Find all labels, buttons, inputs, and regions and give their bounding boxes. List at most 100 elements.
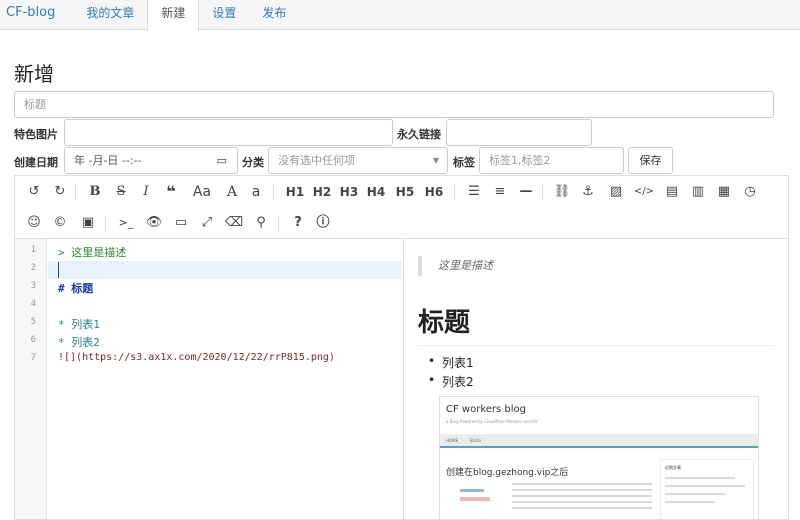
h3-icon[interactable]: H3 <box>337 181 361 203</box>
created-date-label: 创建日期 <box>14 156 58 169</box>
redo-icon[interactable]: ↻ <box>49 181 71 203</box>
title-input[interactable]: 标题 <box>14 91 774 118</box>
link-icon[interactable]: ⛓ <box>551 181 573 203</box>
page-title: 新增 <box>14 62 54 86</box>
code-line: * 列表1 <box>58 318 100 331</box>
line-number: 4 <box>30 299 36 309</box>
permalink-label: 永久链接 <box>397 128 441 141</box>
code-icon[interactable]: </> <box>633 181 655 203</box>
table-icon[interactable]: ▦ <box>713 181 735 203</box>
h1-icon[interactable]: H1 <box>283 181 307 203</box>
line-number: 1 <box>30 245 36 255</box>
case-icon[interactable]: Aa <box>189 181 215 203</box>
preview-heading: 标题 <box>418 302 774 346</box>
save-button[interactable]: 保存 <box>628 147 673 174</box>
preview-icon[interactable]: ▭ <box>170 212 192 234</box>
image-text-line <box>665 485 745 487</box>
nav-my-articles[interactable]: 我的文章 <box>73 0 147 30</box>
date-value: 年 -月-日 --:-- <box>74 154 142 167</box>
quote-icon[interactable]: ❝ <box>160 181 182 203</box>
nav-publish[interactable]: 发布 <box>249 0 299 30</box>
image-text-line <box>665 493 725 495</box>
bold-icon[interactable]: B <box>84 181 106 203</box>
image-text-line <box>665 477 735 479</box>
preformatted-icon[interactable]: ▥ <box>687 181 709 203</box>
undo-icon[interactable]: ↺ <box>23 181 45 203</box>
line-number: 5 <box>30 317 36 327</box>
markdown-editor: ↺ ↻ B S I ❝ Aa A a H1 H2 H3 H4 H5 H6 ☰ ≡… <box>14 175 789 520</box>
horizontal-rule-icon[interactable]: — <box>515 181 537 203</box>
line-number: 2 <box>30 263 36 273</box>
watch-icon[interactable]: 👁 <box>143 212 165 234</box>
preview-image: CF workers blog a Blog Powered by Cloudf… <box>439 396 759 519</box>
category-select[interactable]: 没有选中任何项 ▼ <box>268 147 448 174</box>
ordered-list-icon[interactable]: ≡ <box>489 181 511 203</box>
category-placeholder: 没有选中任何项 <box>278 154 355 167</box>
html-entities-icon[interactable]: © <box>49 212 71 234</box>
code-area[interactable]: > 这里是描述 # 标题 * 列表1 * 列表2 ![](https://s3.… <box>48 239 402 519</box>
code-line: * 列表2 <box>58 336 100 349</box>
toolbar-divider <box>75 184 76 200</box>
h5-icon[interactable]: H5 <box>393 181 417 203</box>
preview-quote: 这里是描述 <box>418 256 758 276</box>
h2-icon[interactable]: H2 <box>310 181 334 203</box>
tags-label: 标签 <box>453 156 475 169</box>
permalink-input[interactable] <box>446 119 592 146</box>
h4-icon[interactable]: H4 <box>364 181 388 203</box>
date-input[interactable]: 年 -月-日 --:-- ▭ <box>64 147 238 174</box>
tags-input[interactable]: 标签1,标签2 <box>479 147 624 174</box>
image-tab: BLOG <box>470 438 482 443</box>
image-text-line <box>512 483 652 485</box>
active-line-highlight <box>48 261 402 279</box>
unordered-list-icon[interactable]: ☰ <box>463 181 485 203</box>
image-graphic <box>460 497 490 501</box>
toolbar-divider <box>454 184 455 200</box>
line-number: 3 <box>30 281 36 291</box>
fullscreen-icon[interactable]: ⤢ <box>196 212 218 234</box>
emoji-icon[interactable]: ☺ <box>23 212 45 234</box>
nav-new[interactable]: 新建 <box>147 0 200 31</box>
top-nav: CF-blog 我的文章 新建 设置 发布 <box>0 0 800 31</box>
text-cursor <box>58 262 59 278</box>
line-number: 7 <box>30 353 36 363</box>
search-icon[interactable]: ⚲ <box>250 212 272 234</box>
code-line: ![](https://s3.ax1x.com/2020/12/22/rrP81… <box>58 352 335 363</box>
image-text-line <box>512 489 652 491</box>
info-icon[interactable]: ⓘ <box>312 212 334 234</box>
toolbar-divider <box>278 215 279 231</box>
image-sidebar-title: 近期文章 <box>665 465 681 470</box>
toolbar-divider <box>542 184 543 200</box>
image-blog-title: CF workers blog <box>446 404 526 415</box>
image-text-line <box>665 501 715 503</box>
image-text-line <box>512 501 652 503</box>
featured-image-label: 特色图片 <box>14 128 58 141</box>
line-number: 6 <box>30 335 36 345</box>
featured-image-input[interactable] <box>64 119 393 146</box>
lowercase-icon[interactable]: a <box>245 181 267 203</box>
calendar-icon[interactable]: ▭ <box>217 148 227 173</box>
image-tab: HOME <box>446 438 459 443</box>
pagebreak-icon[interactable]: ▣ <box>77 212 99 234</box>
clear-icon[interactable]: ⌫ <box>223 212 245 234</box>
code-block-icon[interactable]: ▤ <box>661 181 683 203</box>
anchor-icon[interactable]: ⚓ <box>577 181 599 203</box>
editor-toolbar: ↺ ↻ B S I ❝ Aa A a H1 H2 H3 H4 H5 H6 ☰ ≡… <box>15 176 788 239</box>
datetime-icon[interactable]: ◷ <box>739 181 761 203</box>
terminal-icon[interactable]: >_ <box>115 212 137 234</box>
help-icon[interactable]: ? <box>287 212 309 234</box>
brand-link[interactable]: CF-blog <box>0 0 73 30</box>
chevron-down-icon: ▼ <box>432 156 439 165</box>
italic-icon[interactable]: I <box>135 181 157 203</box>
h6-icon[interactable]: H6 <box>422 181 446 203</box>
uppercase-icon[interactable]: A <box>221 181 243 203</box>
image-blog-subtitle: a Blog Powered by Cloudflare Workers and… <box>446 419 538 424</box>
nav-settings[interactable]: 设置 <box>199 0 249 30</box>
image-post-title: 创建在blog.gezhong.vip之后 <box>446 468 569 478</box>
strikethrough-icon[interactable]: S <box>110 181 132 203</box>
category-label: 分类 <box>242 156 264 169</box>
image-graphic <box>460 489 484 492</box>
preview-list-item: 列表2 <box>428 373 473 390</box>
toolbar-divider <box>105 215 106 231</box>
toolbar-divider <box>273 184 274 200</box>
image-icon[interactable]: ▨ <box>605 181 627 203</box>
